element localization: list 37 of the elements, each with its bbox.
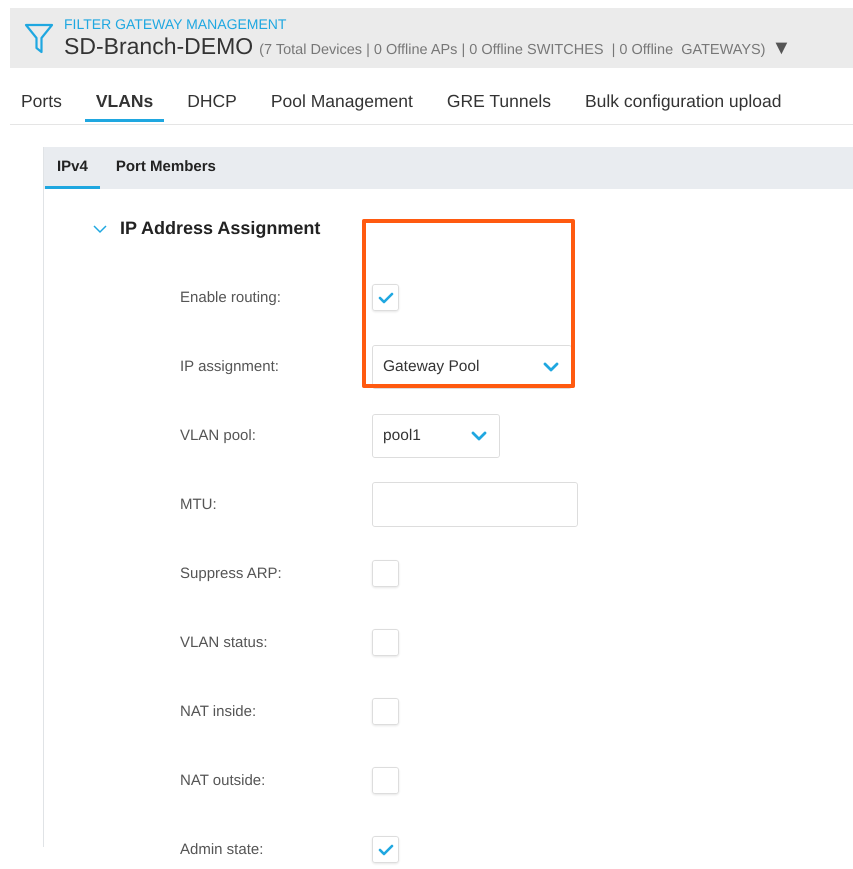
filter-label: FILTER GATEWAY MANAGEMENT <box>64 16 288 32</box>
field-label: Admin state: <box>180 841 264 858</box>
chevron-down-icon <box>543 362 559 372</box>
filter-icon[interactable] <box>24 22 54 54</box>
field-label: MTU: <box>180 496 218 513</box>
tab[interactable]: Pool Management <box>260 84 424 122</box>
tab[interactable]: DHCP <box>176 84 248 122</box>
select-field[interactable]: Gateway Pool <box>372 344 572 388</box>
subtab[interactable]: Port Members <box>104 147 228 189</box>
field-label: NAT inside: <box>180 703 258 720</box>
checkbox[interactable] <box>372 698 399 725</box>
checkbox[interactable] <box>372 767 399 794</box>
tab[interactable]: GRE Tunnels <box>436 84 562 122</box>
checkmark-icon <box>378 292 394 304</box>
field-label: IP assignment: <box>180 358 280 375</box>
checkbox[interactable] <box>372 284 399 311</box>
input-field[interactable] <box>372 482 578 527</box>
tab[interactable]: VLANs <box>84 84 164 122</box>
tab[interactable]: Bulk configuration upload <box>574 84 792 122</box>
subtab[interactable]: IPv4 <box>45 147 100 189</box>
section-header[interactable]: IP Address Assignment <box>92 218 320 239</box>
field-label: VLAN status: <box>180 634 269 651</box>
dropdown-arrow[interactable]: ▼ <box>772 37 792 60</box>
checkbox[interactable] <box>372 836 399 863</box>
chevron-down-icon <box>92 224 108 234</box>
checkmark-icon <box>378 844 394 856</box>
tab[interactable]: Ports <box>10 84 73 122</box>
site-title: SD-Branch-DEMO <box>64 32 254 60</box>
field-label: Enable routing: <box>180 289 282 306</box>
field-label: NAT outside: <box>180 772 266 789</box>
checkbox[interactable] <box>372 560 399 587</box>
field-label: VLAN pool: <box>180 427 257 444</box>
select-field[interactable]: pool1 <box>372 414 500 458</box>
field-label: Suppress ARP: <box>180 565 283 582</box>
device-summary: (7 Total Devices | 0 Offline APs | 0 Offline SWITCHES | 0 Offline GATEWAYS) <box>259 42 766 58</box>
chevron-down-icon <box>471 430 487 440</box>
checkbox[interactable] <box>372 629 399 656</box>
